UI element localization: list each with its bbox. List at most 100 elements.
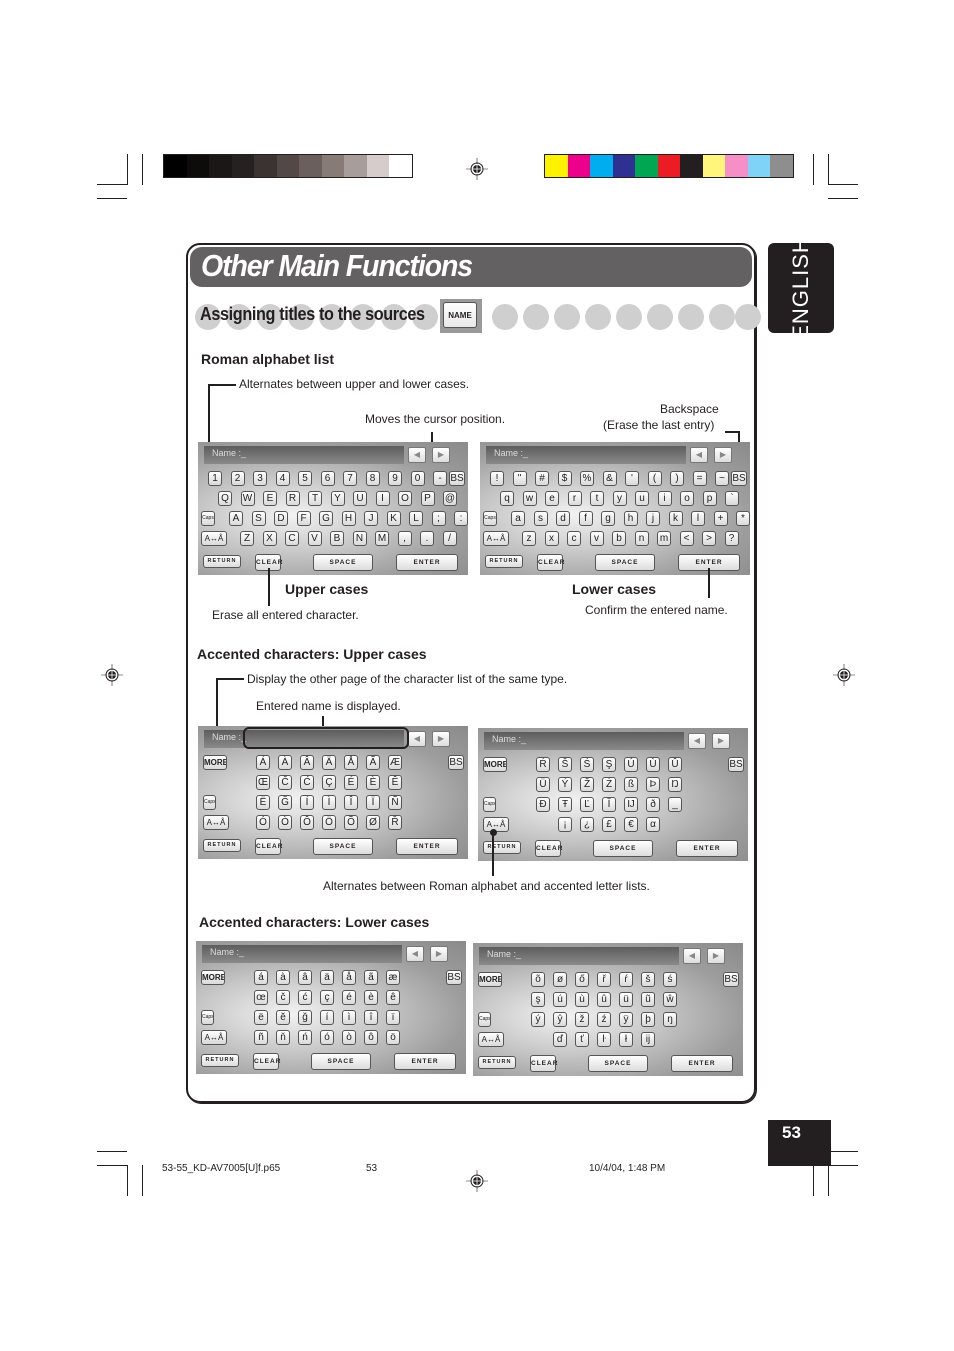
cursor-right-button[interactable]: ▶ [714,447,732,463]
key[interactable]: ü [619,992,633,1007]
key[interactable]: ŵ [663,992,677,1007]
key[interactable]: Đ [536,797,550,812]
space-button[interactable]: SPACE [595,554,655,571]
key[interactable]: ç [320,990,334,1005]
key[interactable]: Š [558,757,572,772]
key[interactable]: V [307,531,322,546]
key[interactable]: € [624,817,638,832]
key[interactable]: # [535,471,549,486]
key[interactable]: ť [575,1032,589,1047]
space-button[interactable]: SPACE [588,1055,648,1072]
key[interactable]: u [635,491,649,506]
key[interactable]: f [578,511,593,526]
key[interactable]: @ [443,491,457,506]
key[interactable]: ö [386,1030,400,1045]
key[interactable]: α [646,817,660,832]
key[interactable]: K [386,511,401,526]
key[interactable]: Æ [388,755,402,770]
key[interactable]: Ô [300,815,314,830]
key[interactable]: Ì [322,795,336,810]
key[interactable]: ñ [254,1030,268,1045]
key[interactable]: Ŋ [668,777,682,792]
key[interactable]: Ć [300,775,314,790]
key[interactable]: ŕ [619,972,633,987]
key[interactable]: œ [254,990,268,1005]
key[interactable]: ! [490,471,504,486]
key[interactable]: ô [364,1030,378,1045]
caps-button[interactable]: Caps [201,1010,214,1025]
key[interactable]: Ř [388,815,402,830]
key[interactable]: Ë [256,795,270,810]
key[interactable]: Ã [366,755,380,770]
key[interactable]: Ŧ [558,797,572,812]
key[interactable]: z [522,531,536,546]
key[interactable]: 8 [365,471,380,486]
more-button[interactable]: MORE [203,755,227,770]
key[interactable]: £ [602,817,616,832]
key[interactable]: o [680,491,694,506]
key[interactable]: č [276,990,290,1005]
alphabet-toggle-button[interactable]: A↔Å [478,1032,504,1047]
key[interactable]: ¿ [580,817,594,832]
key[interactable]: J [364,511,378,526]
key[interactable]: _ [668,797,682,812]
key[interactable]: ' [625,471,639,486]
cursor-right-button[interactable]: ▶ [707,948,725,964]
key[interactable]: - [433,471,447,486]
space-button[interactable]: SPACE [313,554,373,571]
key[interactable]: H [341,511,356,526]
key[interactable]: a [511,511,525,526]
caps-button[interactable]: Caps [201,511,215,526]
key[interactable]: q [500,491,514,506]
key[interactable]: G [319,511,333,526]
key[interactable]: ~ [715,471,729,486]
cursor-left-button[interactable]: ◀ [408,731,426,747]
key[interactable]: Î [344,795,358,810]
key[interactable]: À [278,755,292,770]
backspace-button[interactable]: BS [723,972,739,987]
key[interactable]: E [263,491,277,506]
clear-button[interactable]: CLEAR [537,554,564,571]
key[interactable]: ł [619,1032,633,1047]
key[interactable]: Ö [322,815,336,830]
key[interactable]: g [601,511,615,526]
alphabet-toggle-button[interactable]: A↔Å [201,1030,227,1045]
key[interactable]: + [713,511,728,526]
key[interactable]: þ [641,1012,655,1027]
return-button[interactable]: RETURN [483,841,521,854]
key[interactable]: á [254,970,268,985]
key[interactable]: m [657,531,671,546]
key[interactable]: * [736,511,750,526]
key[interactable]: ù [575,992,589,1007]
key[interactable]: ř [597,972,611,987]
key[interactable]: È [366,775,380,790]
key[interactable]: ğ [298,1010,312,1025]
key[interactable]: Â [300,755,314,770]
space-button[interactable]: SPACE [313,838,373,855]
cursor-left-button[interactable]: ◀ [408,447,426,463]
key[interactable]: " [512,471,527,486]
key[interactable]: L [409,511,423,526]
more-button[interactable]: MORE [478,972,502,987]
key[interactable]: W [240,491,255,506]
key[interactable]: Ś [580,757,594,772]
key[interactable]: Ľ [580,797,594,812]
cursor-right-button[interactable]: ▶ [430,946,448,962]
key[interactable]: Ê [388,775,402,790]
key[interactable]: j [646,511,660,526]
key[interactable]: ð [646,797,660,812]
cursor-right-button[interactable]: ▶ [712,733,730,749]
key[interactable]: P [420,491,435,506]
cursor-left-button[interactable]: ◀ [683,948,701,964]
key[interactable]: Ò [278,815,292,830]
key[interactable]: ø [553,972,567,987]
key[interactable]: ä [320,970,334,985]
key[interactable]: ŷ [553,1012,567,1027]
key[interactable]: ( [647,471,662,486]
key[interactable]: ũ [641,992,655,1007]
alphabet-toggle-button[interactable]: A↔Å [201,531,227,546]
caps-button[interactable]: Caps [203,795,216,810]
key[interactable]: û [597,992,611,1007]
key[interactable]: Þ [646,777,660,792]
alphabet-toggle-button[interactable]: A↔Å [203,815,229,830]
